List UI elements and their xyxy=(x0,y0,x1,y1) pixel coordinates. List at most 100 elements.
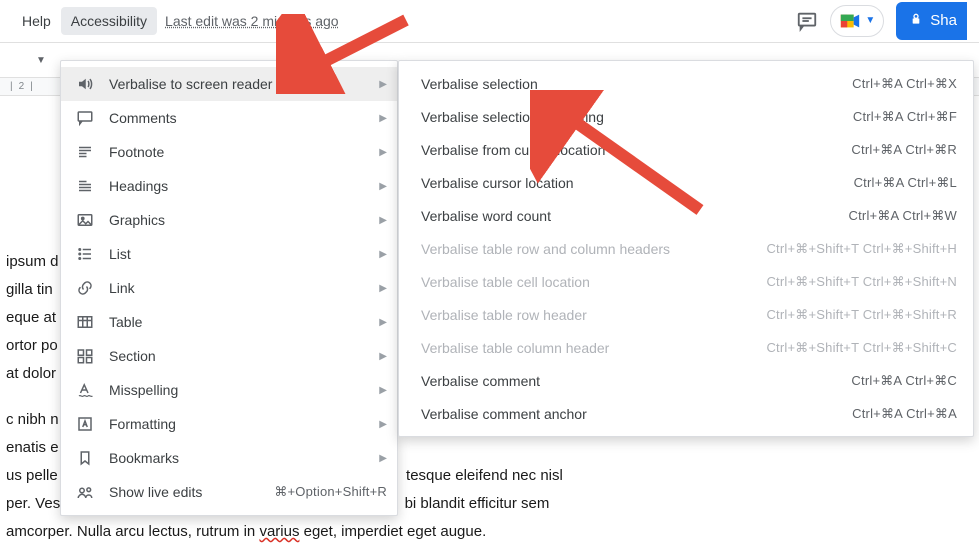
submenu-item-label: Verbalise word count xyxy=(421,208,849,224)
menu-item-formatting[interactable]: Formatting ▶ xyxy=(61,407,397,441)
menu-item-verbalise-to-screen-reader[interactable]: Verbalise to screen reader ▶ xyxy=(61,67,397,101)
doc-line: amcorper. Nulla arcu lectus, rutrum in v… xyxy=(0,518,730,546)
menu-accessibility[interactable]: Accessibility xyxy=(61,7,157,35)
image-icon xyxy=(73,211,97,229)
menu-item-label: Comments xyxy=(109,110,371,126)
headings-icon xyxy=(73,177,97,195)
menu-help[interactable]: Help xyxy=(12,7,61,35)
chevron-right-icon: ▶ xyxy=(379,419,387,430)
chevron-right-icon: ▶ xyxy=(379,453,387,464)
chevron-right-icon: ▶ xyxy=(379,147,387,158)
submenu-item-verbalise-selection[interactable]: Verbalise selectionCtrl+⌘A Ctrl+⌘X xyxy=(399,67,973,100)
meet-icon xyxy=(839,10,861,32)
menu-item-label: Headings xyxy=(109,178,371,194)
chevron-right-icon: ▶ xyxy=(379,351,387,362)
table-icon xyxy=(73,313,97,331)
submenu-item-verbalise-table-column-header: Verbalise table column headerCtrl+⌘+Shif… xyxy=(399,331,973,364)
meet-button[interactable]: ▼ xyxy=(830,5,884,37)
menu-item-label: Table xyxy=(109,314,371,330)
menu-item-graphics[interactable]: Graphics ▶ xyxy=(61,203,397,237)
submenu-item-verbalise-cursor-location[interactable]: Verbalise cursor locationCtrl+⌘A Ctrl+⌘L xyxy=(399,166,973,199)
submenu-item-label: Verbalise from cursor location xyxy=(421,142,851,158)
submenu-item-label: Verbalise comment anchor xyxy=(421,406,852,422)
menu-item-label: Footnote xyxy=(109,144,371,160)
comment-history-icon[interactable] xyxy=(796,10,818,32)
menubar: Help Accessibility Last edit was 2 minut… xyxy=(0,0,979,42)
menu-item-comments[interactable]: Comments ▶ xyxy=(61,101,397,135)
submenu-item-verbalise-comment-anchor[interactable]: Verbalise comment anchorCtrl+⌘A Ctrl+⌘A xyxy=(399,397,973,430)
chevron-right-icon: ▶ xyxy=(379,215,387,226)
submenu-item-label: Verbalise table cell location xyxy=(421,274,766,290)
menu-item-label: Graphics xyxy=(109,212,371,228)
menu-item-link[interactable]: Link ▶ xyxy=(61,271,397,305)
submenu-item-label: Verbalise table column header xyxy=(421,340,766,356)
list-icon xyxy=(73,245,97,263)
menu-item-label: Verbalise to screen reader xyxy=(109,76,371,92)
submenu-item-verbalise-table-row-and-column-headers: Verbalise table row and column headersCt… xyxy=(399,232,973,265)
submenu-item-label: Verbalise table row header xyxy=(421,307,766,323)
submenu-item-shortcut: Ctrl+⌘+Shift+T Ctrl+⌘+Shift+R xyxy=(766,307,957,323)
submenu-item-label: Verbalise selection xyxy=(421,76,852,92)
verbalise-submenu: Verbalise selectionCtrl+⌘A Ctrl+⌘XVerbal… xyxy=(398,60,974,437)
submenu-item-shortcut: Ctrl+⌘+Shift+T Ctrl+⌘+Shift+C xyxy=(766,340,957,356)
submenu-item-shortcut: Ctrl+⌘A Ctrl+⌘F xyxy=(853,109,957,125)
submenu-item-verbalise-selection-formatting[interactable]: Verbalise selection formattingCtrl+⌘A Ct… xyxy=(399,100,973,133)
submenu-item-shortcut: Ctrl+⌘A Ctrl+⌘C xyxy=(851,373,957,389)
submenu-item-shortcut: Ctrl+⌘+Shift+T Ctrl+⌘+Shift+H xyxy=(766,241,957,257)
submenu-item-verbalise-from-cursor-location[interactable]: Verbalise from cursor locationCtrl+⌘A Ct… xyxy=(399,133,973,166)
menu-item-label: Show live edits xyxy=(109,484,274,500)
chevron-down-icon: ▼ xyxy=(865,15,875,26)
bookmark-icon xyxy=(73,449,97,467)
last-edit-link[interactable]: Last edit was 2 minutes ago xyxy=(165,13,339,29)
menu-item-list[interactable]: List ▶ xyxy=(61,237,397,271)
submenu-item-label: Verbalise comment xyxy=(421,373,851,389)
menu-item-shortcut: ⌘+Option+Shift+R xyxy=(274,484,387,500)
menu-item-footnote[interactable]: Footnote ▶ xyxy=(61,135,397,169)
formatting-icon xyxy=(73,415,97,433)
link-icon xyxy=(73,279,97,297)
section-icon xyxy=(73,347,97,365)
menu-item-table[interactable]: Table ▶ xyxy=(61,305,397,339)
submenu-item-shortcut: Ctrl+⌘+Shift+T Ctrl+⌘+Shift+N xyxy=(766,274,957,290)
submenu-item-label: Verbalise selection formatting xyxy=(421,109,853,125)
menu-item-label: Link xyxy=(109,280,371,296)
menu-item-bookmarks[interactable]: Bookmarks ▶ xyxy=(61,441,397,475)
accessibility-menu: Verbalise to screen reader▶Comments▶Foot… xyxy=(60,60,398,516)
submenu-item-shortcut: Ctrl+⌘A Ctrl+⌘X xyxy=(852,76,957,92)
submenu-item-shortcut: Ctrl+⌘A Ctrl+⌘L xyxy=(854,175,957,191)
submenu-item-label: Verbalise cursor location xyxy=(421,175,854,191)
menu-item-label: Misspelling xyxy=(109,382,371,398)
misspelling-icon xyxy=(73,381,97,399)
submenu-item-verbalise-comment[interactable]: Verbalise commentCtrl+⌘A Ctrl+⌘C xyxy=(399,364,973,397)
volume-icon xyxy=(73,75,97,93)
menu-item-show-live-edits[interactable]: Show live edits⌘+Option+Shift+R xyxy=(61,475,397,509)
share-button[interactable]: Sha xyxy=(896,2,967,40)
submenu-item-label: Verbalise table row and column headers xyxy=(421,241,766,257)
menu-item-misspelling[interactable]: Misspelling ▶ xyxy=(61,373,397,407)
chevron-right-icon: ▶ xyxy=(379,181,387,192)
toolbar-dropdown[interactable]: ▼ xyxy=(24,46,58,74)
lock-icon xyxy=(908,11,924,31)
menu-item-section[interactable]: Section ▶ xyxy=(61,339,397,373)
chevron-right-icon: ▶ xyxy=(379,385,387,396)
menu-item-label: Section xyxy=(109,348,371,364)
menu-item-label: Formatting xyxy=(109,416,371,432)
menu-item-label: Bookmarks xyxy=(109,450,371,466)
share-label: Sha xyxy=(930,12,957,29)
submenu-item-shortcut: Ctrl+⌘A Ctrl+⌘W xyxy=(849,208,957,224)
chevron-right-icon: ▶ xyxy=(379,317,387,328)
menu-item-label: List xyxy=(109,246,371,262)
comment-icon xyxy=(73,109,97,127)
submenu-item-verbalise-table-cell-location: Verbalise table cell locationCtrl+⌘+Shif… xyxy=(399,265,973,298)
chevron-right-icon: ▶ xyxy=(379,113,387,124)
chevron-right-icon: ▶ xyxy=(379,283,387,294)
footnote-icon xyxy=(73,143,97,161)
menu-item-headings[interactable]: Headings ▶ xyxy=(61,169,397,203)
submenu-item-shortcut: Ctrl+⌘A Ctrl+⌘R xyxy=(851,142,957,158)
submenu-item-verbalise-table-row-header: Verbalise table row headerCtrl+⌘+Shift+T… xyxy=(399,298,973,331)
chevron-right-icon: ▶ xyxy=(379,249,387,260)
submenu-item-shortcut: Ctrl+⌘A Ctrl+⌘A xyxy=(852,406,957,422)
chevron-right-icon: ▶ xyxy=(379,79,387,90)
live-edits-icon xyxy=(73,483,97,501)
submenu-item-verbalise-word-count[interactable]: Verbalise word countCtrl+⌘A Ctrl+⌘W xyxy=(399,199,973,232)
